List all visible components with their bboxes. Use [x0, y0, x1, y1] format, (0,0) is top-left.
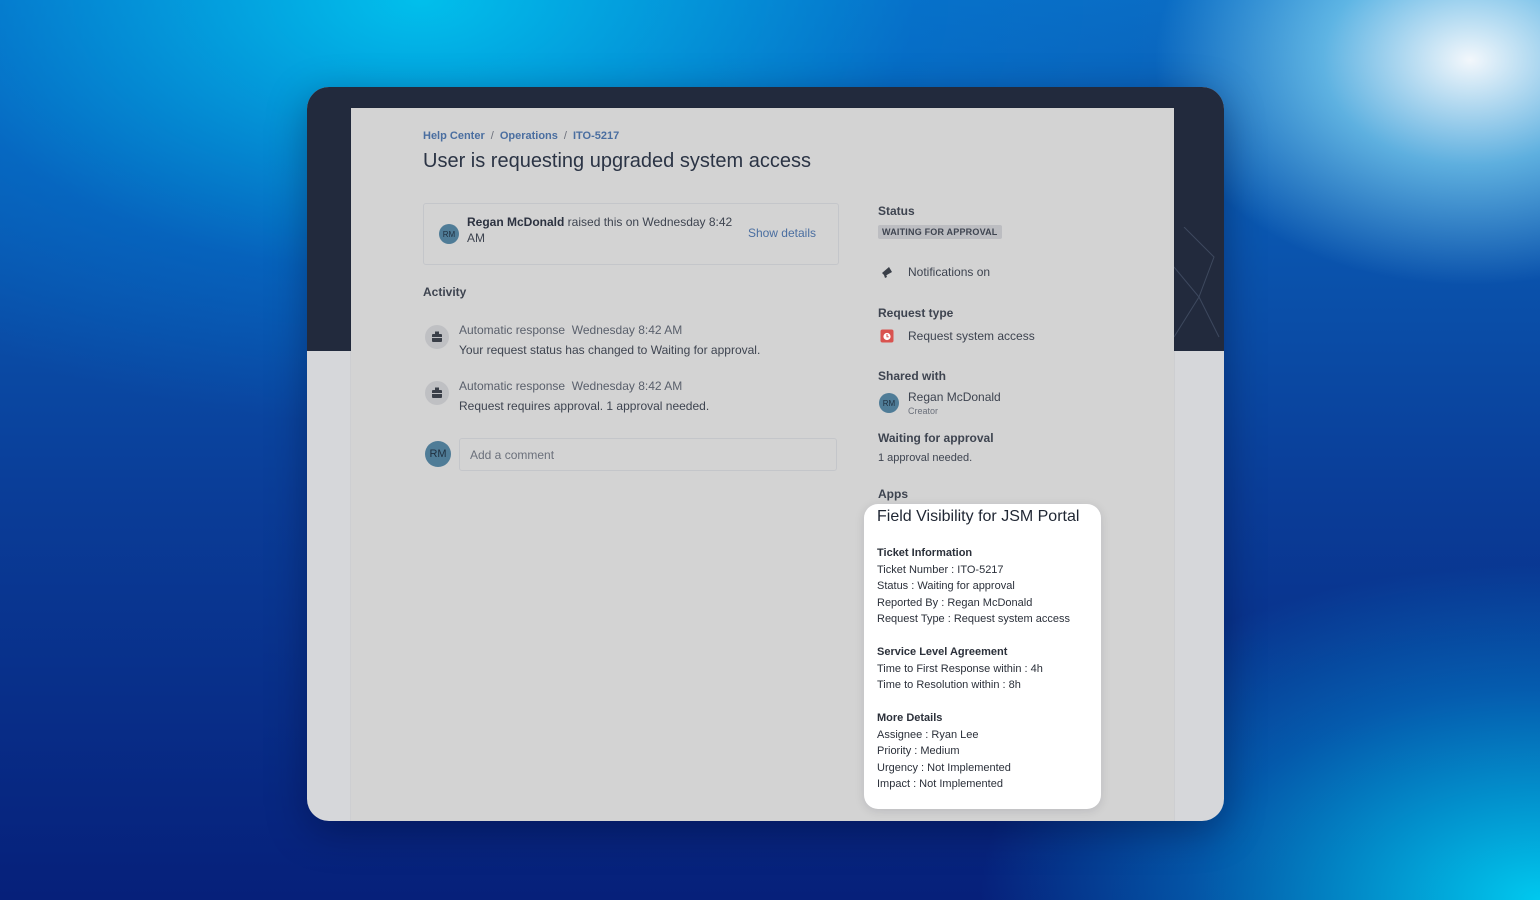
request-type-row: Request system access	[878, 327, 1035, 345]
bot-icon	[425, 325, 449, 349]
megaphone-icon	[878, 263, 896, 281]
apps-label: Apps	[878, 487, 908, 501]
sla-section: Service Level Agreement Time to First Re…	[877, 644, 1099, 694]
status-label: Status	[878, 204, 915, 218]
show-details-link[interactable]: Show details	[748, 226, 816, 240]
field-line: Urgency : Not Implemented	[877, 761, 1011, 774]
avatar: RM	[879, 393, 899, 413]
section-heading: More Details	[877, 712, 943, 724]
field-line: Status : Waiting for approval	[877, 580, 1015, 592]
activity-time: Wednesday 8:42 AM	[571, 379, 683, 393]
shared-with-label: Shared with	[878, 369, 947, 383]
activity-heading: Activity	[423, 285, 467, 299]
notifications-toggle[interactable]: Notifications on	[878, 263, 990, 281]
comment-input[interactable]	[459, 438, 837, 471]
breadcrumb-separator: /	[490, 130, 494, 142]
section-heading: Ticket Information	[877, 547, 973, 559]
page-title: User is requesting upgraded system acces…	[423, 150, 811, 172]
approval-count: 1 approval needed.	[878, 452, 973, 464]
avatar: RM	[439, 224, 459, 244]
request-raised-card: RM Regan McDonald raised this on Wednesd…	[423, 203, 839, 265]
status-badge: WAITING FOR APPROVAL	[878, 225, 1002, 239]
field-line: Priority : Medium	[877, 745, 960, 757]
waiting-for-approval-label: Waiting for approval	[878, 431, 994, 445]
breadcrumb-ticket[interactable]: ITO-5217	[573, 130, 619, 142]
app-title: Field Visibility for JSM Portal	[877, 508, 1080, 525]
request-type-label: Request type	[878, 306, 954, 320]
activity-message: Request requires approval. 1 approval ne…	[459, 399, 710, 413]
field-line: Assignee : Ryan Lee	[877, 728, 979, 741]
activity-meta: Automatic response Wednesday 8:42 AM	[459, 323, 682, 337]
field-line: Request Type : Request system access	[877, 613, 1070, 625]
reporter-name: Regan McDonald	[467, 215, 565, 229]
activity-time: Wednesday 8:42 AM	[571, 323, 683, 337]
activity-author: Automatic response	[459, 323, 566, 337]
activity-message: Your request status has changed to Waiti…	[459, 343, 761, 357]
shared-user-role: Creator	[908, 406, 939, 416]
breadcrumb: Help Center / Operations / ITO-5217	[423, 130, 619, 142]
field-visibility-app-panel: Field Visibility for JSM Portal Ticket I…	[864, 504, 1101, 809]
breadcrumb-help-center[interactable]: Help Center	[423, 130, 485, 142]
request-type-value: Request system access	[908, 329, 1035, 343]
raised-text: Regan McDonald raised this on Wednesday …	[467, 214, 737, 246]
bot-icon	[425, 381, 449, 405]
breadcrumb-operations[interactable]: Operations	[500, 130, 558, 142]
breadcrumb-separator: /	[563, 130, 567, 142]
section-heading: Service Level Agreement	[877, 646, 1008, 658]
field-line: Time to Resolution within : 8h	[877, 679, 1021, 691]
activity-meta: Automatic response Wednesday 8:42 AM	[459, 379, 682, 393]
ticket-information-section: Ticket Information Ticket Number : ITO-5…	[877, 545, 1099, 628]
shared-user-name: Regan McDonald	[908, 390, 1001, 404]
field-line: Time to First Response within : 4h	[877, 662, 1043, 675]
field-line: Ticket Number : ITO-5217	[877, 563, 1004, 576]
notifications-label: Notifications on	[908, 265, 991, 279]
comment-avatar: RM	[425, 441, 451, 467]
activity-author: Automatic response	[459, 379, 566, 393]
more-details-section: More Details Assignee : Ryan Lee Priorit…	[877, 710, 1099, 793]
field-line: Reported By : Regan McDonald	[877, 596, 1033, 609]
field-line: Impact : Not Implemented	[877, 778, 1003, 790]
request-type-icon	[878, 327, 896, 345]
